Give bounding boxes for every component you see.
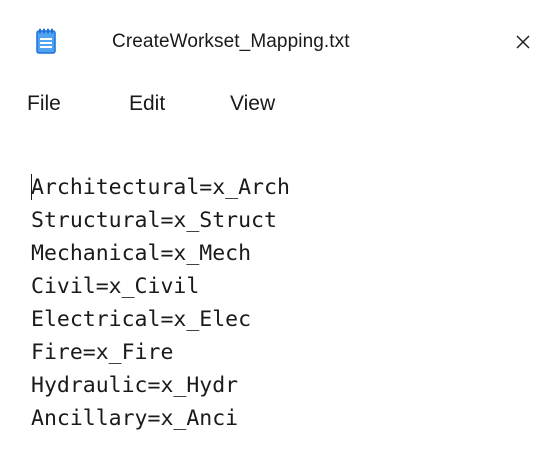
menu-edit[interactable]: Edit — [129, 92, 165, 116]
close-icon — [516, 35, 530, 49]
file-tab[interactable]: CreateWorkset_Mapping.txt — [0, 0, 559, 88]
editor-line: Civil=x_Civil — [31, 274, 200, 299]
editor-line: Structural=x_Struct — [31, 208, 277, 233]
editor-line: Hydraulic=x_Hydr — [31, 373, 239, 398]
tab-strip: CreateWorkset_Mapping.txt — [0, 0, 559, 88]
editor-line: Electrical=x_Elec — [31, 307, 252, 332]
notepad-icon — [36, 28, 56, 54]
text-caret — [31, 174, 32, 200]
notepad-window: CreateWorkset_Mapping.txt File Edit View… — [0, 0, 559, 466]
editor-line: Mechanical=x_Mech — [31, 241, 252, 266]
menu-bar: File Edit View — [0, 88, 559, 124]
menu-view[interactable]: View — [230, 92, 275, 116]
text-editor[interactable]: Architectural=x_Arch Structural=x_Struct… — [0, 124, 559, 466]
editor-line: Architectural=x_Arch — [31, 175, 290, 200]
menu-file[interactable]: File — [27, 92, 61, 116]
tab-title: CreateWorkset_Mapping.txt — [112, 31, 350, 52]
close-tab-button[interactable] — [506, 25, 540, 59]
editor-line: Fire=x_Fire — [31, 340, 174, 365]
editor-line: Ancillary=x_Anci — [31, 406, 239, 431]
